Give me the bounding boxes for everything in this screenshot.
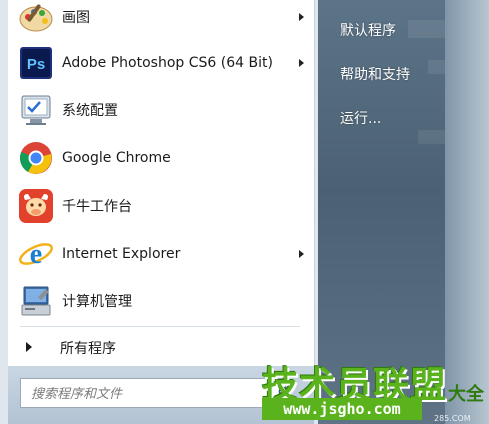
all-programs-label: 所有程序 <box>60 341 116 357</box>
watermark-subtext: 285.COM <box>434 414 471 423</box>
internet-explorer-icon: e <box>19 239 53 270</box>
watermark-url: www.jsgho.com <box>262 398 422 420</box>
program-item-photoshop[interactable]: Ps Adobe Photoshop CS6 (64 Bit) <box>8 40 314 86</box>
expand-arrow-icon <box>26 342 32 352</box>
computer-management-icon <box>21 286 51 316</box>
paint-icon <box>19 4 53 32</box>
qianniu-icon <box>19 189 53 223</box>
program-item-google-chrome[interactable]: Google Chrome <box>8 135 314 181</box>
program-list-panel: 画图 Ps Adobe Photoshop CS6 (64 Bit) 系统配置 <box>8 0 315 366</box>
submenu-arrow-icon[interactable] <box>299 59 304 67</box>
search-input[interactable] <box>29 380 263 408</box>
right-item-default-programs[interactable]: 默认程序 <box>340 20 396 40</box>
program-label: Adobe Photoshop CS6 (64 Bit) <box>62 55 273 71</box>
watermark-suffix: 大全 <box>448 384 484 405</box>
program-label: 系统配置 <box>62 103 118 119</box>
program-item-computer-management[interactable]: 计算机管理 <box>8 278 314 324</box>
submenu-arrow-icon[interactable] <box>299 250 304 258</box>
photoshop-icon-text: Ps <box>27 56 45 73</box>
program-item-system-config[interactable]: 系统配置 <box>8 87 314 133</box>
system-config-icon <box>21 95 51 125</box>
photoshop-icon: Ps <box>20 47 52 79</box>
search-box[interactable] <box>20 378 286 408</box>
program-label: Internet Explorer <box>62 246 181 262</box>
chrome-icon <box>20 142 52 174</box>
program-item-internet-explorer[interactable]: e Internet Explorer <box>8 231 314 277</box>
svg-text:e: e <box>30 239 42 270</box>
right-item-help-support[interactable]: 帮助和支持 <box>340 64 410 84</box>
all-programs-divider <box>20 326 300 327</box>
desktop-background <box>445 0 489 424</box>
right-item-run[interactable]: 运行... <box>340 108 381 128</box>
program-label: 计算机管理 <box>62 294 132 310</box>
program-label: 画图 <box>62 10 90 26</box>
submenu-arrow-icon[interactable] <box>299 13 304 21</box>
program-label: Google Chrome <box>62 150 171 166</box>
start-menu-screenshot: 画图 Ps Adobe Photoshop CS6 (64 Bit) 系统配置 <box>0 0 489 424</box>
program-item-qianniu[interactable]: 千牛工作台 <box>8 183 314 229</box>
program-item-paint[interactable]: 画图 <box>8 0 314 40</box>
program-label: 千牛工作台 <box>62 199 132 215</box>
